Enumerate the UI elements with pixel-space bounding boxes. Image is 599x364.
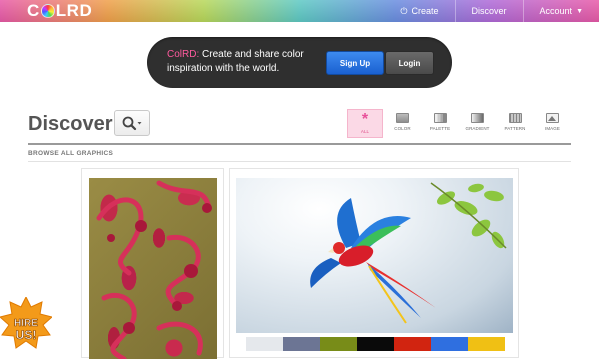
login-button[interactable]: Login bbox=[385, 51, 434, 75]
search-button[interactable] bbox=[114, 110, 150, 136]
filter-all[interactable]: * ALL bbox=[347, 109, 383, 138]
logo-text-lrd: LRD bbox=[55, 1, 93, 20]
hire-us-badge[interactable]: HIRE US! bbox=[0, 295, 54, 349]
pattern-icon bbox=[508, 113, 522, 123]
palette-icon bbox=[433, 113, 447, 123]
logo-text-c: C bbox=[27, 1, 40, 20]
signup-button[interactable]: Sign Up bbox=[326, 51, 384, 75]
gradient-icon bbox=[471, 113, 484, 123]
damask-pattern-image[interactable] bbox=[89, 178, 217, 362]
caret-down-icon: ▼ bbox=[576, 7, 583, 15]
nav-account[interactable]: Account ▼ bbox=[522, 0, 599, 22]
page-title: Discover bbox=[28, 113, 113, 135]
nav-account-label: Account bbox=[539, 6, 573, 16]
filter-gradient[interactable]: GRADIENT bbox=[460, 109, 496, 138]
image-icon bbox=[546, 113, 559, 123]
nav-create-label: Create bbox=[411, 6, 439, 16]
filter-image-label: IMAGE bbox=[544, 126, 560, 131]
section-label: BROWSE ALL GRAPHICS bbox=[28, 150, 114, 157]
divider-thin bbox=[28, 161, 571, 162]
starburst-icon: HIRE US! bbox=[0, 295, 54, 349]
dropdown-icon bbox=[137, 122, 142, 125]
parrot-photo[interactable] bbox=[236, 178, 513, 333]
color-wheel-icon bbox=[40, 4, 55, 18]
filter-palette[interactable]: PALETTE bbox=[422, 109, 458, 138]
nav-create[interactable]: ⏻ Create bbox=[384, 0, 454, 22]
hero-banner: ColRD: Create and share color inspiratio… bbox=[147, 37, 452, 88]
power-icon: ⏻ bbox=[400, 5, 408, 16]
search-icon bbox=[122, 116, 142, 131]
star-icon: * bbox=[361, 111, 369, 128]
filter-pattern[interactable]: PATTERN bbox=[497, 109, 533, 138]
graphic-card-image[interactable] bbox=[229, 168, 519, 358]
damask-ornament bbox=[96, 180, 212, 362]
filter-image[interactable]: IMAGE bbox=[535, 109, 571, 138]
hero-brand: ColRD: bbox=[167, 49, 200, 60]
filter-gradient-label: GRADIENT bbox=[465, 126, 490, 131]
nav-discover-label: Discover bbox=[471, 6, 507, 16]
top-nav: ⏻ Create Discover Account ▼ bbox=[384, 0, 599, 22]
nav-discover[interactable]: Discover bbox=[454, 0, 523, 22]
hero-text: ColRD: Create and share color inspiratio… bbox=[167, 48, 317, 76]
logo[interactable]: C LRD bbox=[27, 1, 93, 20]
filter-palette-label: PALETTE bbox=[429, 126, 451, 131]
filter-tabs: * ALL COLOR PALETTE GRADIENT PATTERN IMA… bbox=[347, 109, 572, 138]
filter-color[interactable]: COLOR bbox=[385, 109, 421, 138]
color-icon bbox=[396, 113, 409, 123]
filter-all-label: ALL bbox=[360, 129, 370, 134]
graphic-card-pattern[interactable] bbox=[81, 168, 224, 362]
divider bbox=[28, 143, 571, 145]
filter-color-label: COLOR bbox=[394, 126, 411, 131]
filter-pattern-label: PATTERN bbox=[504, 126, 526, 131]
hire-line2: US! bbox=[16, 328, 37, 342]
parrot-illustration bbox=[310, 182, 507, 324]
